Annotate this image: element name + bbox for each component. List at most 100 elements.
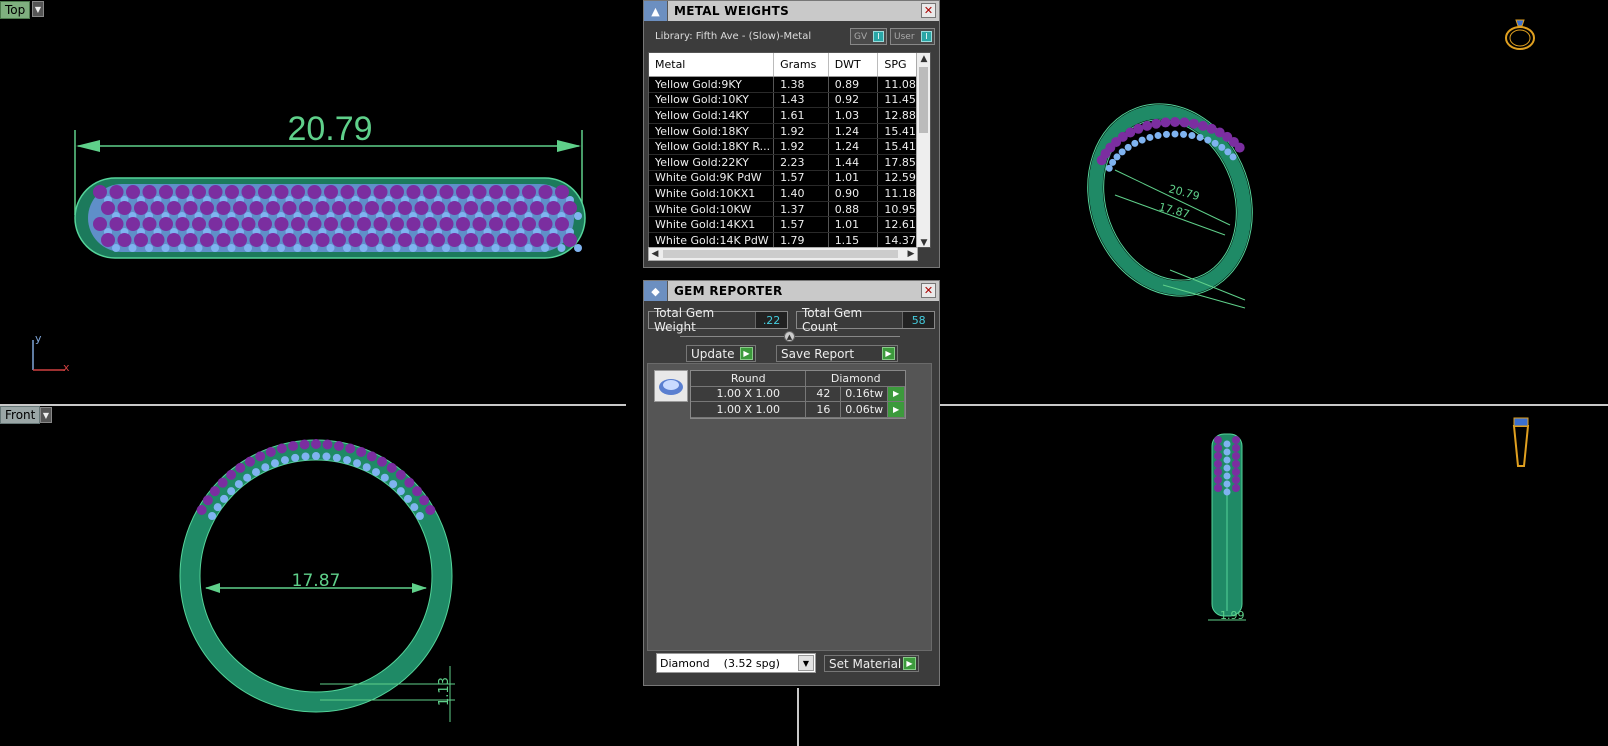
table-cell: 1.01: [829, 170, 879, 186]
vertical-scrollbar[interactable]: ▲ ▼: [916, 53, 930, 247]
gem-mark: [291, 453, 300, 462]
gem-mark: [117, 233, 132, 247]
chevron-up-icon[interactable]: ▲: [784, 331, 795, 342]
column-header[interactable]: DWT: [829, 53, 879, 76]
gem-mark: [508, 244, 516, 252]
chevron-down-icon[interactable]: ▼: [798, 655, 814, 671]
ring-view-icon[interactable]: [1500, 12, 1540, 52]
table-row[interactable]: Yellow Gold:9KY 1.38 0.89 11.08: [649, 77, 930, 93]
gem-mark: [243, 473, 252, 482]
gem-mark: [362, 463, 371, 472]
table-cell: 0.92: [829, 92, 879, 108]
gem-mark: [270, 459, 279, 468]
panel-slider[interactable]: ▲: [680, 331, 900, 342]
scroll-up-icon[interactable]: ▲: [917, 53, 930, 65]
gem-mark: [415, 512, 424, 520]
gem-mark: [265, 446, 276, 457]
close-icon[interactable]: ✕: [921, 283, 936, 298]
gem-mark: [489, 217, 503, 231]
close-icon[interactable]: ✕: [921, 3, 936, 18]
play-icon: ▶: [882, 347, 895, 360]
gem-mark: [142, 217, 157, 231]
round-gem-icon[interactable]: [654, 370, 688, 402]
gem-mark: [464, 233, 478, 247]
play-icon[interactable]: ▶: [888, 402, 905, 417]
gem-mark: [380, 473, 389, 482]
gem-mark: [1142, 120, 1153, 131]
column-header[interactable]: Metal: [649, 53, 775, 76]
gem-mark: [134, 233, 148, 247]
gem-mark: [1113, 153, 1121, 161]
table-cell: 1.37: [774, 201, 829, 217]
gem-row[interactable]: 1.00 X 1.00 16 0.06tw ▶: [691, 402, 905, 418]
viewport-divider: [0, 404, 626, 406]
gem-mark: [227, 487, 236, 496]
table-cell: 1.92: [774, 139, 829, 154]
table-cell: Yellow Gold:10KY: [649, 92, 775, 108]
gem-mark: [1232, 444, 1240, 452]
gem-mark: [395, 469, 406, 480]
table-cell: 1.57: [774, 170, 829, 186]
gem-mark: [489, 185, 503, 199]
scroll-thumb[interactable]: [919, 67, 928, 133]
column-header[interactable]: Grams: [774, 53, 829, 76]
gem-mark: [1223, 440, 1231, 448]
table-row[interactable]: Yellow Gold:10KY 1.43 0.92 11.45: [649, 92, 930, 109]
user-toggle[interactable]: User I: [890, 28, 935, 45]
gem-mark: [456, 185, 470, 199]
gem-mark: [365, 201, 379, 215]
scroll-left-icon[interactable]: ◀: [649, 248, 661, 260]
table-row[interactable]: Yellow Gold:22KY 2.23 1.44 17.85: [649, 154, 930, 171]
gem-mark: [159, 185, 173, 199]
gem-mark: [1154, 132, 1162, 140]
update-button[interactable]: Update ▶: [686, 345, 756, 362]
table-header: Metal Grams DWT SPG: [649, 53, 930, 77]
gem-mark: [202, 495, 213, 506]
gem-mark: [175, 217, 190, 231]
gem-mark: [209, 486, 220, 497]
right-viewport[interactable]: 1.99: [920, 406, 1608, 746]
metal-weights-titlebar[interactable]: ▲ METAL WEIGHTS ✕: [644, 1, 939, 21]
table-row[interactable]: Yellow Gold:18KY 1.92 1.24 15.41: [649, 123, 930, 140]
set-material-button[interactable]: Set Material ▶: [824, 655, 919, 672]
gem-mark: [365, 233, 379, 247]
play-icon[interactable]: ▶: [888, 386, 905, 401]
table-cell: White Gold:9K PdW: [649, 170, 775, 186]
scroll-down-icon[interactable]: ▼: [917, 237, 930, 247]
gem-row[interactable]: 1.00 X 1.00 42 0.16tw ▶: [691, 386, 905, 402]
gem-mark: [159, 217, 173, 231]
table-row[interactable]: White Gold:14K PdW 1.79 1.15 14.37: [649, 232, 930, 247]
gem-mark: [398, 233, 412, 247]
gv-toggle[interactable]: GV I: [850, 28, 887, 45]
gem-mark: [1214, 484, 1222, 492]
table-row[interactable]: White Gold:10KX1 1.40 0.90 11.18: [649, 186, 930, 202]
table-row[interactable]: Yellow Gold:18KY R... 1.92 1.24 15.41: [649, 139, 930, 155]
perspective-viewport[interactable]: 20.79 17.87: [920, 0, 1608, 404]
table-cell: 0.88: [829, 201, 879, 217]
gem-mark: [555, 185, 569, 199]
scroll-right-icon[interactable]: ▶: [905, 248, 917, 260]
gem-mark: [442, 244, 450, 252]
scroll-thumb[interactable]: [663, 250, 898, 258]
horizontal-scrollbar[interactable]: ◀ ▶: [648, 247, 918, 261]
table-row[interactable]: White Gold:9K PdW 1.57 1.01 12.59: [649, 170, 930, 187]
material-select[interactable]: Diamond (3.52 spg) ▼: [656, 653, 816, 673]
table-cell: 1.03: [829, 108, 879, 123]
table-cell: Yellow Gold:14KY: [649, 108, 775, 123]
save-report-button[interactable]: Save Report ▶: [776, 345, 898, 362]
gem-mark: [216, 233, 231, 247]
top-viewport[interactable]: Top ▼ 20.79 y x: [0, 0, 626, 404]
front-viewport[interactable]: Front ▼ 17.87 1.13: [0, 406, 626, 746]
side-view-icon[interactable]: [1506, 416, 1536, 472]
gem-mark: [322, 452, 331, 461]
table-row[interactable]: White Gold:14KX1 1.57 1.01 12.61: [649, 217, 930, 233]
gem-mark: [241, 185, 256, 199]
metal-weights-title: METAL WEIGHTS: [674, 4, 790, 18]
gem-mark: [423, 217, 437, 231]
table-row[interactable]: White Gold:10KW 1.37 0.88 10.95: [649, 201, 930, 218]
table-row[interactable]: Yellow Gold:14KY 1.61 1.03 12.88: [649, 108, 930, 124]
gem-reporter-titlebar[interactable]: ◆ GEM REPORTER ✕: [644, 281, 939, 301]
gem-mark: [381, 233, 396, 247]
gem-mark: [404, 477, 415, 488]
gem-mark: [524, 244, 533, 252]
